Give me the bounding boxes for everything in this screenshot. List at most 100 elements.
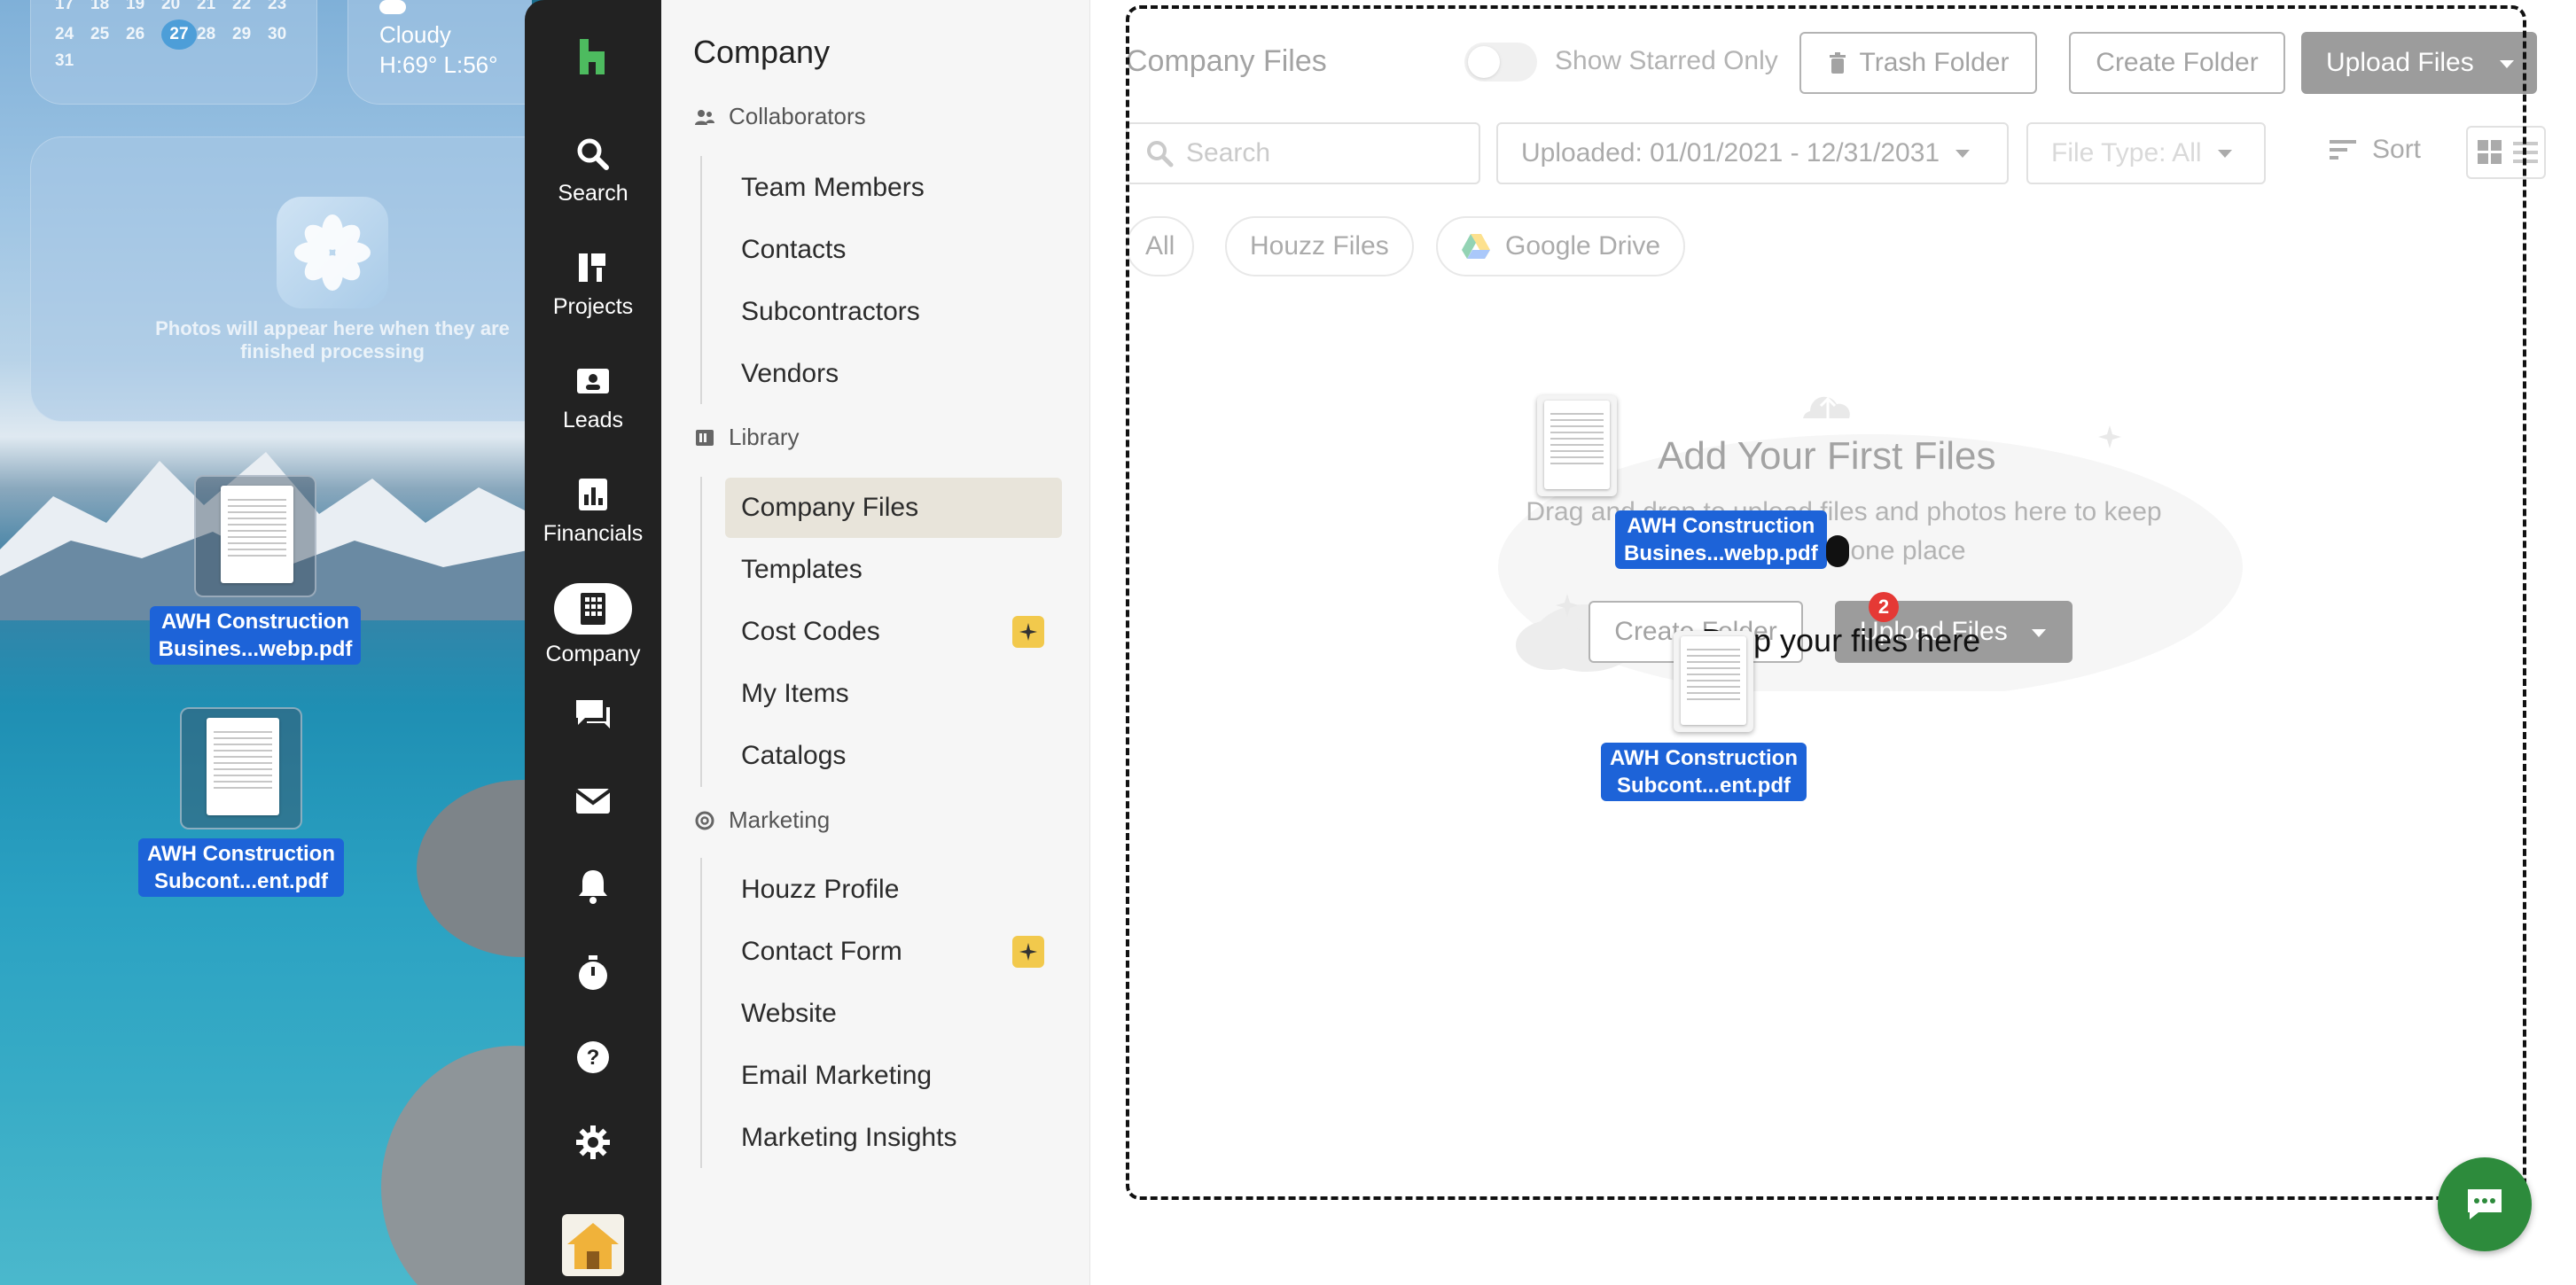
nav-item-houzz-profile[interactable]: Houzz Profile (725, 860, 1062, 920)
financials-icon (579, 479, 607, 510)
rail-financials[interactable]: Financials (525, 475, 661, 547)
calendar-day: 22 (232, 0, 252, 13)
nav-item-website[interactable]: Website (725, 984, 1062, 1044)
timer-icon[interactable] (574, 954, 612, 993)
dragged-file-label: AWH Construction Busines...webp.pdf (1615, 510, 1827, 569)
calendar-day: 28 (197, 25, 216, 43)
app-rail: Search Projects Leads Financials Company… (525, 0, 661, 1285)
nav-item-email-marketing[interactable]: Email Marketing (725, 1046, 1062, 1106)
houzz-logo[interactable] (576, 39, 608, 79)
chat-icon (2468, 1189, 2502, 1219)
library-icon (696, 429, 714, 446)
desktop-file[interactable]: AWH Construction Busines...webp.pdf (133, 475, 378, 665)
nav-item-catalogs[interactable]: Catalogs (725, 726, 1062, 786)
calendar-day: 24 (55, 25, 74, 43)
rail-projects[interactable]: Projects (525, 248, 661, 320)
rail-label: Financials (543, 521, 644, 546)
svg-text:?: ? (587, 1046, 600, 1070)
bell-icon[interactable] (574, 867, 612, 906)
nav-item-templates[interactable]: Templates (725, 540, 1062, 600)
calendar-day: 23 (268, 0, 287, 13)
weather-condition: Cloudy (379, 21, 451, 48)
weather-temps: H:69° L:56° (379, 51, 498, 78)
mail-icon[interactable] (573, 783, 613, 819)
file-label: AWH Construction Subcont...ent.pdf (138, 838, 344, 897)
nav-item-label: Email Marketing (741, 1061, 933, 1090)
calendar-day: 31 (55, 51, 74, 70)
dragged-file-thumbnail (1674, 631, 1753, 732)
nav-divider (700, 156, 702, 404)
leads-icon (577, 369, 609, 393)
nav-section-label: Collaborators (729, 103, 866, 129)
dragged-file-label: AWH Construction Subcont...ent.pdf (1601, 743, 1807, 801)
drag-count-badge: 2 (1869, 592, 1899, 622)
nav-item-label: Houzz Profile (741, 875, 900, 904)
desktop-file[interactable]: AWH Construction Subcont...ent.pdf (124, 707, 358, 897)
nav-item-vendors[interactable]: Vendors (725, 344, 1062, 404)
nav-divider (700, 477, 702, 787)
file-label-line: Busines...webp.pdf (158, 637, 353, 661)
calendar-day: 17 (55, 0, 74, 13)
cursor-icon (1826, 535, 1849, 567)
file-thumbnail (180, 707, 302, 829)
nav-item-label: Subcontractors (741, 297, 920, 326)
calendar-row: 17 18 19 20 21 22 23 (55, 0, 303, 14)
rock (381, 1046, 532, 1285)
nav-item-label: My Items (741, 679, 849, 708)
nav-section-marketing: Marketing (693, 806, 830, 834)
nav-item-team-members[interactable]: Team Members (725, 158, 1062, 218)
file-label-line: Subcont...ent.pdf (154, 869, 328, 893)
cloud-icon (379, 0, 406, 14)
desktop-background: 17 18 19 20 21 22 23 24 25 26 27 28 29 30 31 Cloudy … (0, 0, 532, 1285)
nav-item-contact-form[interactable]: Contact Form (725, 922, 1062, 982)
photos-widget-message: Photos will appear here when they are fi… (155, 317, 510, 362)
avatar[interactable] (562, 1214, 624, 1276)
nav-item-label: Vendors (741, 359, 839, 388)
nav-item-label: Contacts (741, 235, 847, 264)
calendar-row: 31 (55, 51, 90, 71)
main-content: Company Files Show Starred Only Trash Fo… (1090, 0, 2576, 1285)
nav-item-label: Team Members (741, 173, 925, 202)
calendar-day: 29 (232, 25, 252, 43)
rail-leads[interactable]: Leads (525, 362, 661, 433)
nav-item-subcontractors[interactable]: Subcontractors (725, 282, 1062, 342)
rail-company[interactable]: Company (525, 583, 661, 667)
help-icon[interactable]: ? (574, 1039, 612, 1076)
nav-item-cost-codes[interactable]: Cost Codes (725, 602, 1062, 662)
photos-icon (277, 197, 388, 308)
file-thumbnail (194, 475, 316, 597)
nav-item-marketing-insights[interactable]: Marketing Insights (725, 1108, 1062, 1168)
nav-item-company-files[interactable]: Company Files (725, 478, 1062, 538)
people-icon (695, 109, 714, 125)
nav-item-label: Website (741, 999, 837, 1028)
rail-label: Company (545, 642, 641, 666)
file-label-line: AWH Construction (1610, 746, 1798, 770)
dragged-file-thumbnail (1537, 395, 1617, 496)
nav-item-label: Marketing Insights (741, 1123, 957, 1152)
search-icon (577, 138, 609, 170)
nav-section-collaborators: Collaborators (693, 103, 866, 130)
rock (417, 780, 532, 957)
chat-button[interactable] (2438, 1157, 2532, 1251)
file-label-line: AWH Construction (147, 842, 335, 866)
nav-item-label: Catalogs (741, 741, 847, 770)
file-label-line: Subcont...ent.pdf (1617, 774, 1791, 798)
nav-item-label: Company Files (741, 493, 919, 522)
calendar-day: 26 (126, 25, 145, 43)
file-label-line: AWH Construction (1627, 514, 1815, 538)
nav-item-label: Cost Codes (741, 617, 880, 646)
nav-item-contacts[interactable]: Contacts (725, 220, 1062, 280)
rail-label: Leads (562, 408, 624, 432)
drop-zone[interactable] (1126, 5, 2526, 1200)
rail-search[interactable]: Search (525, 135, 661, 206)
calendar-row: 24 25 26 27 28 29 30 (55, 19, 303, 50)
nav-item-my-items[interactable]: My Items (725, 664, 1062, 724)
nav-section-library: Library (693, 424, 799, 451)
gear-icon[interactable] (574, 1124, 612, 1161)
nav-section-label: Marketing (729, 806, 831, 833)
messages-icon[interactable] (573, 697, 613, 736)
projects-icon (579, 253, 605, 282)
nav-divider (700, 858, 702, 1168)
sparkle-icon (1012, 616, 1044, 648)
rail-label: Search (558, 181, 628, 206)
